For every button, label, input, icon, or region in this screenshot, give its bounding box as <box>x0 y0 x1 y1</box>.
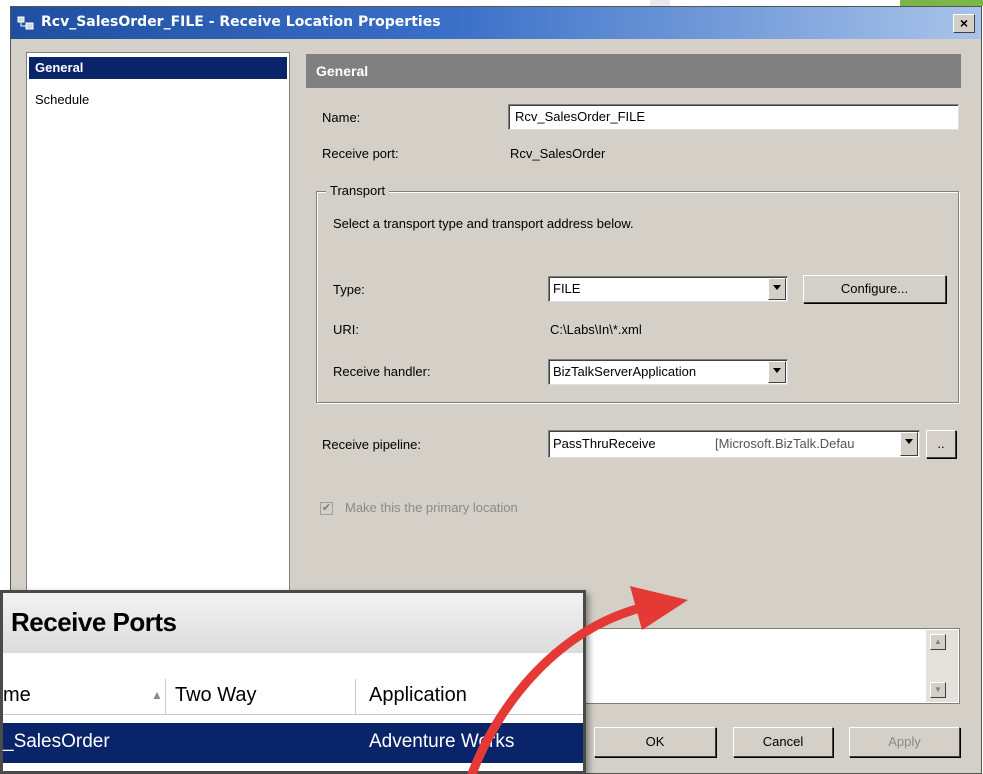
transport-instruction: Select a transport type and transport ad… <box>333 216 634 231</box>
description-textbox[interactable] <box>572 628 960 704</box>
panel-header: General <box>306 54 961 88</box>
nav-item-schedule[interactable]: Schedule <box>29 89 287 111</box>
dropdown-arrow-icon[interactable] <box>900 432 918 456</box>
receive-pipeline-label: Receive pipeline: <box>322 437 422 452</box>
nav-item-general[interactable]: General <box>29 57 287 79</box>
dropdown-arrow-icon[interactable] <box>768 361 786 383</box>
receive-handler-label: Receive handler: <box>333 364 431 379</box>
transport-legend: Transport <box>326 183 390 198</box>
receive-port-name: _SalesOrder <box>3 731 110 752</box>
title-bar[interactable]: Rcv_SalesOrder_FILE - Receive Location P… <box>11 7 981 39</box>
ok-button[interactable]: OK <box>594 727 716 757</box>
column-separator[interactable] <box>355 679 356 715</box>
name-label: Name: <box>322 110 361 125</box>
column-header-name[interactable]: me <box>3 684 31 707</box>
close-button[interactable]: × <box>953 14 975 33</box>
type-label: Type: <box>333 282 365 297</box>
pipeline-assembly: [Microsoft.BizTalk.Defau <box>715 436 855 451</box>
application-icon <box>17 14 35 32</box>
receive-handler-select[interactable]: BizTalkServerApplication <box>548 359 788 385</box>
uri-value: C:\Labs\In\*.xml <box>550 322 642 337</box>
scroll-up-icon[interactable]: ▲ <box>930 634 946 650</box>
receive-ports-inset: Receive Ports me ▲ Two Way Application _… <box>0 590 586 774</box>
receive-ports-column-headers: me ▲ Two Way Application <box>3 679 583 715</box>
sort-ascending-icon: ▲ <box>151 688 163 702</box>
receive-port-application: Adventure Works <box>369 731 515 752</box>
column-header-application[interactable]: Application <box>369 684 467 707</box>
receive-port-label: Receive port: <box>322 146 399 161</box>
primary-location-label: Make this the primary location <box>345 500 518 515</box>
receive-handler-value: BizTalkServerApplication <box>553 364 697 379</box>
receive-pipeline-select[interactable]: PassThruReceive [Microsoft.BizTalk.Defau <box>548 430 920 458</box>
pipeline-configure-button[interactable]: .. <box>926 430 956 458</box>
checkbox-icon[interactable]: ✔ <box>320 502 333 515</box>
transport-type-value: FILE <box>553 281 581 296</box>
apply-button[interactable]: Apply <box>849 727 960 757</box>
receive-ports-header: Receive Ports <box>3 593 583 653</box>
scroll-down-icon[interactable]: ▼ <box>930 682 946 698</box>
receive-ports-title: Receive Ports <box>11 607 177 637</box>
dropdown-arrow-icon[interactable] <box>768 278 786 300</box>
receive-port-value: Rcv_SalesOrder <box>510 146 606 161</box>
configure-button[interactable]: Configure... <box>803 275 946 303</box>
column-separator[interactable] <box>165 679 166 715</box>
description-scrollbar[interactable]: ▲ ▼ <box>926 630 958 702</box>
pipeline-name: PassThruReceive <box>553 436 656 451</box>
receive-port-row[interactable]: _SalesOrder Adventure Works <box>3 723 583 763</box>
transport-type-select[interactable]: FILE <box>548 276 788 302</box>
column-header-two-way[interactable]: Two Way <box>175 684 257 707</box>
dialog-title: Rcv_SalesOrder_FILE - Receive Location P… <box>41 14 441 30</box>
cancel-button[interactable]: Cancel <box>733 727 833 757</box>
uri-label: URI: <box>333 322 359 337</box>
name-field[interactable]: Rcv_SalesOrder_FILE <box>508 104 959 130</box>
